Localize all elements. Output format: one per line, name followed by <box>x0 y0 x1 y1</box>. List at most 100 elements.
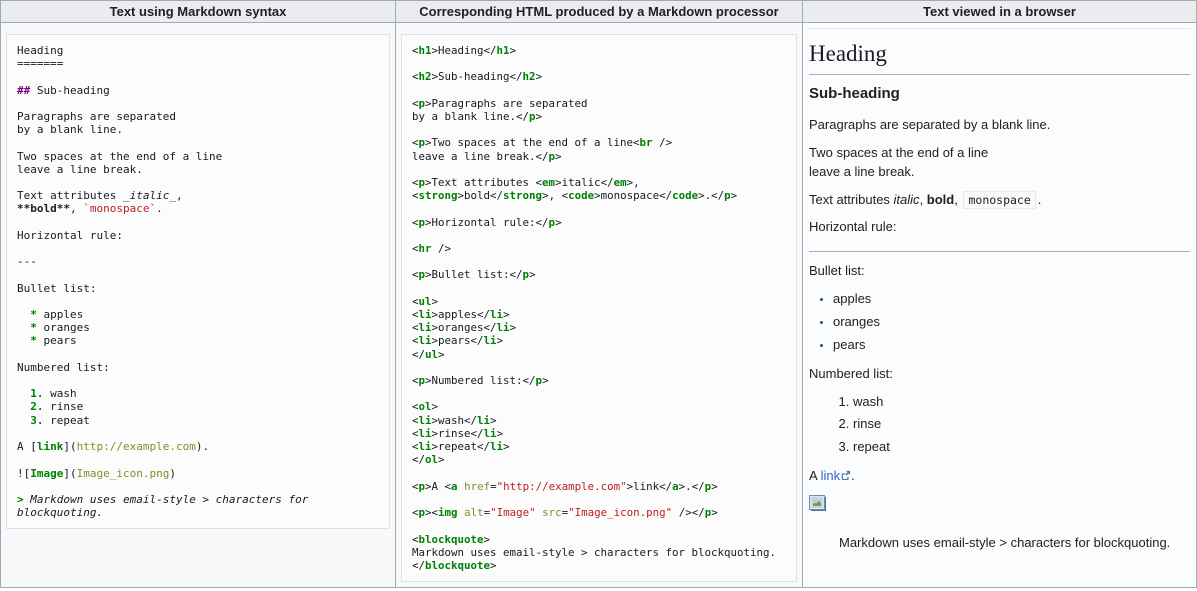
code-line: by a blank line.</p> <box>412 110 786 123</box>
code-line <box>17 136 379 149</box>
code-line: <h1>Heading</h1> <box>412 44 786 57</box>
italic-text: italic <box>894 192 920 207</box>
code-line: Heading <box>17 44 379 57</box>
code-line: leave a line break. <box>17 163 379 176</box>
bullet-list-item: apples <box>833 290 1190 309</box>
code-line: <strong>bold</strong>, <code>monospace</… <box>412 189 786 202</box>
rendered-bullet-list: apples oranges pears <box>809 290 1190 355</box>
code-line: Horizontal rule: <box>17 229 379 242</box>
rendered-link-paragraph: A link. <box>809 467 1190 486</box>
code-line <box>412 229 786 242</box>
numbered-list-item: wash <box>853 393 1190 412</box>
code-line: <li>wash</li> <box>412 414 786 427</box>
column-header-markdown-syntax: Text using Markdown syntax <box>1 1 395 22</box>
code-line: <p><img alt="Image" src="Image_icon.png"… <box>412 506 786 519</box>
code-line <box>17 374 379 387</box>
rendered-text-attributes: Text attributes italic, bold, monospace. <box>809 191 1190 210</box>
code-line <box>17 242 379 255</box>
code-line: <p>A <a href="http://example.com">link</… <box>412 480 786 493</box>
code-line: <p>Two spaces at the end of a line<br /> <box>412 136 786 149</box>
code-line: <li>rinse</li> <box>412 427 786 440</box>
code-line <box>412 255 786 268</box>
code-line: <p>Text attributes <em>italic</em>, <box>412 176 786 189</box>
code-line: --- <box>17 255 379 268</box>
code-line: <p>Horizontal rule:</p> <box>412 216 786 229</box>
rendered-markdown-view: Heading Sub-heading Paragraphs are separ… <box>808 28 1191 553</box>
browser-view-column: Heading Sub-heading Paragraphs are separ… <box>802 23 1196 587</box>
code-line: * pears <box>17 334 379 347</box>
code-line <box>412 84 786 97</box>
code-line: Markdown uses email-style > characters f… <box>412 546 786 559</box>
rendered-heading: Heading <box>809 36 1190 75</box>
numbered-list-item: repeat <box>853 438 1190 457</box>
code-line: * apples <box>17 308 379 321</box>
code-line: <ul> <box>412 295 786 308</box>
code-line <box>412 519 786 532</box>
code-line: Bullet list: <box>17 282 379 295</box>
inline-code-text: monospace <box>963 191 1035 209</box>
code-line: <li>repeat</li> <box>412 440 786 453</box>
code-line <box>17 480 379 493</box>
code-line <box>17 216 379 229</box>
comma: , <box>954 192 961 207</box>
link-suffix: . <box>851 468 855 483</box>
code-line: 2. rinse <box>17 400 379 413</box>
code-line <box>412 467 786 480</box>
markdown-comparison-table: Text using Markdown syntax Corresponding… <box>0 0 1197 588</box>
line-break-text-1: Two spaces at the end of a line <box>809 145 988 160</box>
code-line <box>412 387 786 400</box>
code-line: <li>pears</li> <box>412 334 786 347</box>
external-link[interactable]: link <box>821 468 852 483</box>
column-header-html-output: Corresponding HTML produced by a Markdow… <box>395 1 802 22</box>
code-line: Two spaces at the end of a line <box>17 150 379 163</box>
bold-text: bold <box>927 192 954 207</box>
code-line <box>17 268 379 281</box>
comma: , <box>920 192 927 207</box>
code-line <box>17 176 379 189</box>
code-line: </ul> <box>412 348 786 361</box>
html-output-column: <h1>Heading</h1> <h2>Sub-heading</h2> <p… <box>395 23 802 587</box>
code-line: Numbered list: <box>17 361 379 374</box>
code-line <box>412 202 786 215</box>
code-line <box>17 97 379 110</box>
bullet-list-item: pears <box>833 336 1190 355</box>
link-prefix: A <box>809 468 821 483</box>
column-header-label: Text using Markdown syntax <box>110 4 287 19</box>
code-line: <p>Paragraphs are separated <box>412 97 786 110</box>
code-line: <li>oranges</li> <box>412 321 786 334</box>
html-source-code: <h1>Heading</h1> <h2>Sub-heading</h2> <p… <box>401 34 797 582</box>
code-line: > Markdown uses email-style > characters… <box>17 493 379 519</box>
code-line: <p>Bullet list:</p> <box>412 268 786 281</box>
code-line: **bold**, `monospace`. <box>17 202 379 215</box>
table-header-row: Text using Markdown syntax Corresponding… <box>1 1 1196 23</box>
rendered-paragraph: Paragraphs are separated by a blank line… <box>809 116 1190 135</box>
code-line: 1. wash <box>17 387 379 400</box>
column-header-label: Corresponding HTML produced by a Markdow… <box>419 4 778 19</box>
code-line: <ol> <box>412 400 786 413</box>
bullet-list-label: Bullet list: <box>809 262 1190 281</box>
code-line: <li>apples</li> <box>412 308 786 321</box>
line-break-text-2: leave a line break. <box>809 164 915 179</box>
rendered-blockquote: Markdown uses email-style > characters f… <box>839 534 1190 553</box>
code-line: <hr /> <box>412 242 786 255</box>
image-icon[interactable] <box>809 495 827 512</box>
table-body-row: Heading======= ## Sub-heading Paragraphs… <box>1 23 1196 587</box>
code-line: <blockquote> <box>412 533 786 546</box>
numbered-list-item: rinse <box>853 415 1190 434</box>
code-line <box>17 295 379 308</box>
code-line: <p>Numbered list:</p> <box>412 374 786 387</box>
numbered-list-label: Numbered list: <box>809 365 1190 384</box>
code-line <box>412 282 786 295</box>
rendered-paragraph-linebreak: Two spaces at the end of a line leave a l… <box>809 144 1190 182</box>
horizontal-rule-label: Horizontal rule: <box>809 218 1190 237</box>
column-header-label: Text viewed in a browser <box>923 4 1076 19</box>
code-line: ## Sub-heading <box>17 84 379 97</box>
horizontal-rule <box>809 251 1190 252</box>
code-line: </ol> <box>412 453 786 466</box>
external-link-icon <box>841 470 851 480</box>
code-line <box>17 427 379 440</box>
code-line: Text attributes _italic_, <box>17 189 379 202</box>
code-line <box>17 453 379 466</box>
code-line <box>412 361 786 374</box>
code-line: * oranges <box>17 321 379 334</box>
